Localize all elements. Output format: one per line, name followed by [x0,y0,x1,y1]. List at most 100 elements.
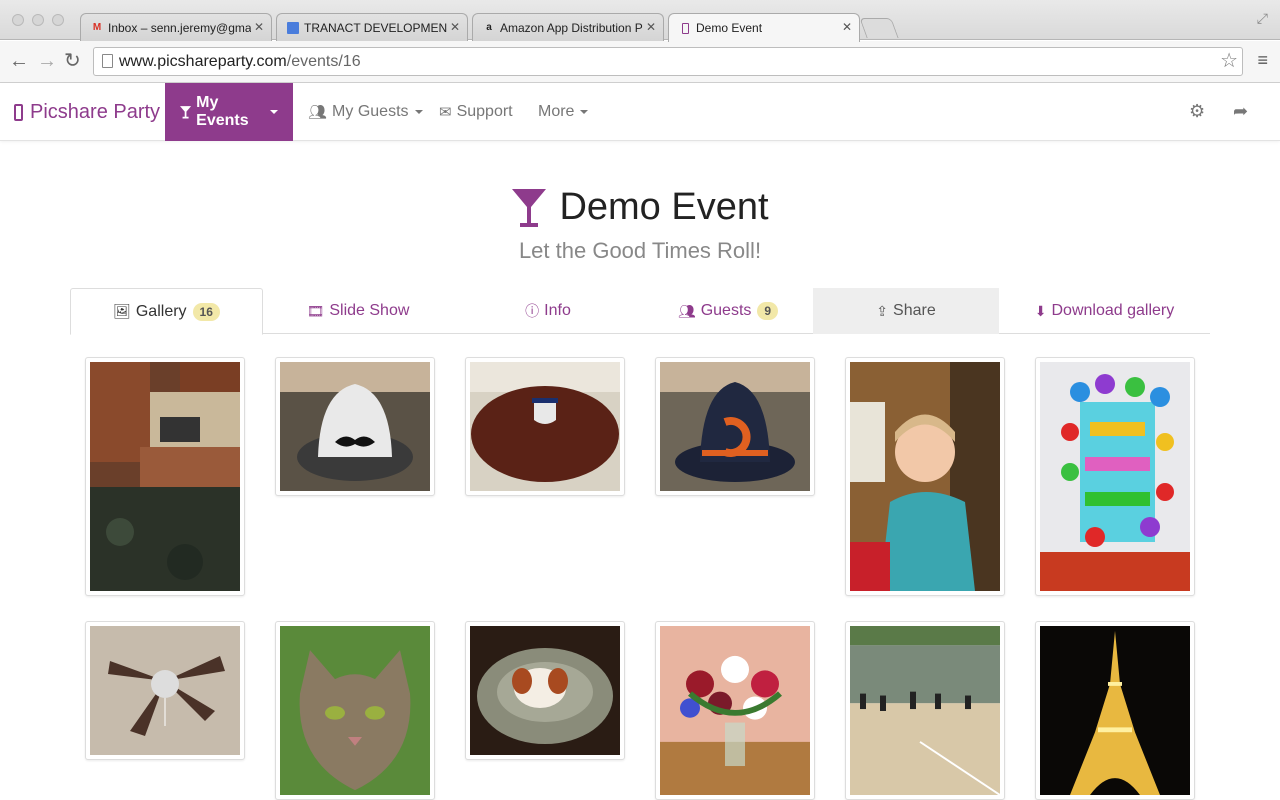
nav-my-events[interactable]: My Events [165,83,293,141]
browser-tabstrip: M Inbox – senn.jeremy@gma ✕ TRANACT DEVE… [0,0,1280,42]
url-path: /events/16 [286,53,361,70]
nav-my-events-label: My Events [196,94,249,129]
brand-name: Picshare Party [30,100,161,123]
users-icon: 👥︎ [677,302,696,319]
browser-tab-demo-event[interactable]: Demo Event ✕ [668,13,860,42]
forward-icon[interactable]: → [37,50,57,72]
nav-more-label: More [538,103,575,120]
gallery-photo-football[interactable] [465,357,625,496]
flowers-photo [660,626,810,795]
gallery-photo-girl-eating[interactable] [845,357,1005,596]
envelope-icon: ✉ [439,104,452,121]
gallery-photo-cat[interactable] [275,621,435,800]
phone-icon [679,22,691,34]
share-icon: ⇪ [876,302,889,319]
close-tab-icon[interactable]: ✕ [646,20,656,34]
gallery-count-badge: 16 [192,302,220,321]
event-tabs: 🖼︎ Gallery 16 🎞︎ Slide Show ⓘ Info 👥︎ Gu… [70,288,1210,335]
browser-tab-title: TRANACT DEVELOPMENT – [304,20,447,35]
chevron-down-icon [414,110,423,114]
browser-menu-icon[interactable]: ≡ [1257,50,1268,71]
close-window-button[interactable] [12,14,24,26]
gallery-photo-puppy[interactable] [465,621,625,760]
nav-more[interactable]: More [523,83,603,141]
tab-guests-label: Guests [700,302,752,319]
nav-my-guests-label: My Guests [332,103,409,120]
tab-slideshow[interactable]: 🎞︎ Slide Show [263,288,453,334]
browser-tab-title: Amazon App Distribution P [500,20,643,35]
users-icon: 👥︎ [308,104,328,121]
gallery-photo-party-sign[interactable] [1035,357,1195,596]
tab-guests[interactable]: 👥︎ Guests 9 [643,288,813,334]
tab-share[interactable]: ⇪ Share [813,288,999,334]
nav-support[interactable]: ✉ Support [424,83,528,141]
tab-download-label: Download gallery [1051,302,1175,319]
gallery-photo-kitchen[interactable] [85,357,245,596]
download-icon: ⬇ [1034,302,1047,319]
gallery-photo-bears-hat[interactable] [655,357,815,496]
browser-tab-docs[interactable]: TRANACT DEVELOPMENT – ✕ [276,13,468,41]
tab-info-label: Info [544,302,571,319]
tab-download[interactable]: ⬇ Download gallery [999,288,1210,334]
cocktail-glass-icon [180,105,192,118]
gallery-photo-ceiling-fan[interactable] [85,621,245,760]
browser-tab-amazon[interactable]: a Amazon App Distribution P ✕ [472,13,664,41]
gallery-photo-flowers[interactable] [655,621,815,800]
film-icon: 🎞︎ [306,302,325,319]
softball-photo [850,626,1000,795]
info-icon: ⓘ [525,303,540,319]
tab-share-label: Share [893,302,936,319]
tab-slideshow-label: Slide Show [329,302,410,319]
event-title: Demo Event [559,186,769,228]
back-icon[interactable]: ← [9,50,29,72]
reload-icon[interactable]: ↻ [64,50,81,72]
tab-gallery-label: Gallery [135,302,187,320]
bears-hat-photo [660,362,810,491]
browser-tab-title: Inbox – senn.jeremy@gma [108,20,251,35]
fullscreen-icon[interactable]: ⤢ [1257,10,1268,27]
girl-photo [850,362,1000,591]
cat-photo [280,626,430,795]
chevron-down-icon [270,110,278,114]
football-photo [470,362,620,491]
cocktail-glass-icon [512,188,547,227]
phone-icon [14,103,23,121]
zoom-window-button[interactable] [52,14,64,26]
event-subtitle: Let the Good Times Roll! [518,238,762,263]
browser-toolbar: ← → ↻ www.picshareparty.com/events/16 ☆ … [0,41,1280,83]
new-tab-button[interactable] [859,18,899,38]
nav-my-guests[interactable]: 👥︎ My Guests [293,83,438,141]
tab-info[interactable]: ⓘ Info [453,288,643,334]
puppy-photo [470,626,620,755]
guests-count-badge: 9 [757,302,779,320]
minimize-window-button[interactable] [32,14,44,26]
ceiling-fan-photo [90,626,240,755]
close-tab-icon[interactable]: ✕ [254,20,264,34]
page-icon [102,54,113,68]
close-tab-icon[interactable]: ✕ [842,20,852,34]
gallery-photo-eiffel-tower[interactable] [1035,621,1195,800]
gallery-photo-softball[interactable] [845,621,1005,800]
picture-icon: 🖼︎ [113,303,131,319]
gmail-icon: M [92,22,102,33]
event-header: Demo Event [0,186,1280,233]
chevron-down-icon [580,110,589,114]
brand-link[interactable]: Picshare Party [14,83,160,141]
address-bar[interactable]: www.picshareparty.com/events/16 ☆ [93,47,1243,76]
bookmark-star-icon[interactable]: ☆ [1220,48,1238,75]
gear-icon[interactable]: ⚙ [1189,101,1205,122]
kitchen-photo [90,362,240,591]
party-sign-photo [1040,362,1190,591]
close-tab-icon[interactable]: ✕ [450,20,460,34]
site-navbar: Picshare Party My Events 👥︎ My Guests ✉ … [0,83,1280,141]
hat-photo [280,362,430,491]
amazon-icon: a [486,22,492,33]
browser-tab-inbox[interactable]: M Inbox – senn.jeremy@gma ✕ [80,13,272,41]
url-host: www.picshareparty.com [119,53,287,70]
tab-gallery[interactable]: 🖼︎ Gallery 16 [70,288,263,335]
gallery-photo-mustache-hat[interactable] [275,357,435,496]
share-arrow-icon[interactable]: ➦ [1233,101,1248,122]
nav-support-label: Support [456,103,513,120]
browser-tab-title: Demo Event [696,21,763,35]
eiffel-tower-photo [1040,626,1190,795]
